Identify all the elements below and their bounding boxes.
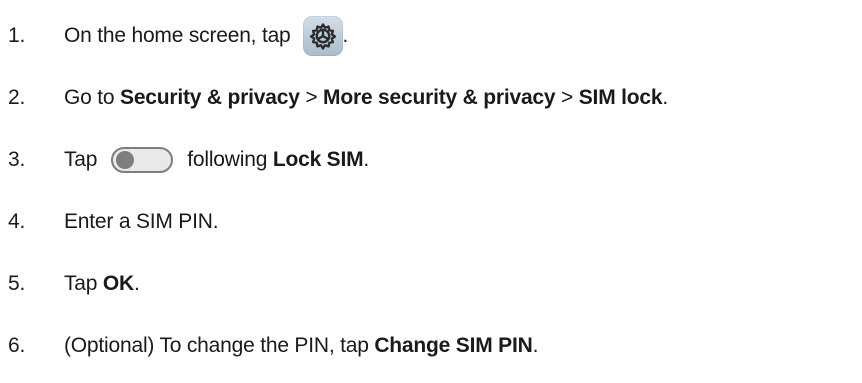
settings-gear-icon bbox=[302, 16, 343, 56]
step-1-text: On the home screen, tap bbox=[64, 24, 291, 47]
step-6-prefix: (Optional) To change the PIN, tap bbox=[64, 334, 369, 357]
step-4: 4. Enter a SIM PIN. bbox=[8, 198, 219, 246]
step-number: 5. bbox=[8, 272, 26, 295]
step-number: 2. bbox=[8, 86, 26, 109]
step-1-period: . bbox=[342, 24, 349, 47]
step-2-period: . bbox=[662, 86, 668, 109]
step-5-prefix: Tap bbox=[64, 272, 98, 295]
step-2-prefix: Go to bbox=[64, 86, 115, 109]
change-sim-pin-label: Change SIM PIN bbox=[374, 334, 533, 357]
menu-path-more-security-privacy: More security & privacy bbox=[323, 86, 556, 109]
step-2: 2. Go to Security & privacy > More secur… bbox=[8, 74, 668, 122]
toggle-knob bbox=[116, 151, 135, 169]
step-number: 6. bbox=[8, 334, 26, 357]
step-3-period: . bbox=[363, 148, 370, 171]
step-text: Tap OK. bbox=[64, 272, 140, 296]
step-text: On the home screen, tap . bbox=[64, 16, 348, 56]
step-3: 3. Tap following Lock SIM. bbox=[8, 136, 369, 184]
step-3-middle: following bbox=[187, 148, 268, 171]
path-separator: > bbox=[305, 86, 318, 109]
toggle-switch-off-icon bbox=[111, 147, 174, 173]
instruction-list: 1. On the home screen, tap . 2. Go to Se… bbox=[0, 0, 862, 383]
ok-label: OK bbox=[102, 272, 135, 295]
step-1: 1. On the home screen, tap . bbox=[8, 12, 348, 60]
step-6-period: . bbox=[532, 334, 539, 357]
step-number: 4. bbox=[8, 210, 26, 233]
step-text: Go to Security & privacy > More security… bbox=[64, 86, 668, 110]
step-4-text: Enter a SIM PIN. bbox=[64, 210, 219, 233]
lock-sim-label: Lock SIM bbox=[272, 148, 364, 171]
step-5: 5. Tap OK. bbox=[8, 260, 140, 308]
step-text: Tap following Lock SIM. bbox=[64, 147, 369, 173]
step-6: 6. (Optional) To change the PIN, tap Cha… bbox=[8, 322, 538, 370]
step-5-period: . bbox=[134, 272, 140, 295]
path-separator: > bbox=[561, 86, 574, 109]
step-number: 1. bbox=[8, 24, 26, 47]
step-number: 3. bbox=[8, 148, 26, 171]
menu-path-security-privacy: Security & privacy bbox=[120, 86, 300, 109]
menu-path-sim-lock: SIM lock bbox=[578, 86, 663, 109]
step-text: (Optional) To change the PIN, tap Change… bbox=[64, 334, 538, 358]
step-3-prefix: Tap bbox=[64, 148, 98, 171]
